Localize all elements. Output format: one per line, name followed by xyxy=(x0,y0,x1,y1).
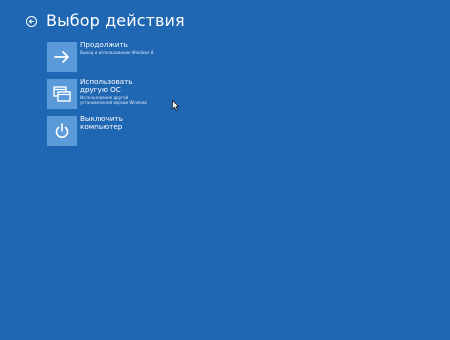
option-label: Выключить компьютер xyxy=(80,114,123,131)
back-button[interactable] xyxy=(26,15,37,27)
option-other-os[interactable]: Использовать другую ОС Использование дру… xyxy=(47,77,153,109)
arrow-right-icon xyxy=(54,51,69,63)
mouse-cursor-icon xyxy=(172,100,180,111)
option-text: Выключить компьютер xyxy=(80,115,123,131)
header: Выбор действия xyxy=(26,10,185,32)
option-continue[interactable]: Продолжить Выход и использование Windows… xyxy=(47,40,154,72)
option-label: Использовать другую ОС xyxy=(80,77,133,94)
option-tile xyxy=(47,116,77,146)
option-shutdown[interactable]: Выключить компьютер xyxy=(47,115,153,146)
option-label: Продолжить xyxy=(80,40,128,49)
power-icon xyxy=(55,123,69,139)
option-text: Использовать другую ОС Использование дру… xyxy=(80,77,148,106)
options-list: Продолжить Выход и использование Windows… xyxy=(47,40,154,153)
back-arrow-icon xyxy=(28,18,35,24)
recovery-screen: Выбор действия Продолжить Выход и исполь… xyxy=(0,0,450,340)
option-description: Выход и использование Windows 8 xyxy=(80,50,154,55)
option-tile xyxy=(47,79,77,109)
windows-icon xyxy=(53,86,71,102)
option-description: Использование другой установленной верси… xyxy=(80,95,148,105)
option-tile xyxy=(47,42,77,72)
option-text: Продолжить Выход и использование Windows… xyxy=(80,40,154,56)
page-title: Выбор действия xyxy=(46,11,185,30)
